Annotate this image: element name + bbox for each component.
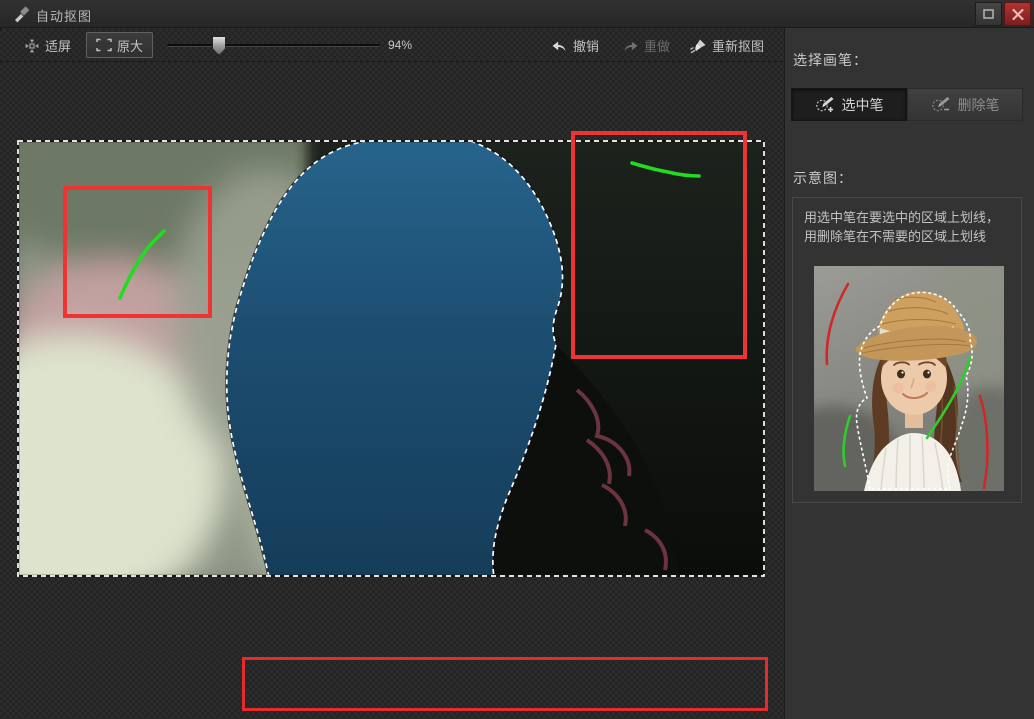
example-image xyxy=(814,266,1004,491)
delete-brush-icon xyxy=(931,96,951,113)
fit-screen-icon xyxy=(24,38,40,54)
undo-icon xyxy=(551,38,568,53)
zoom-slider[interactable] xyxy=(167,44,380,47)
example-section-title: 示意图： xyxy=(793,168,853,188)
brush-panel: 选择画笔： 选中笔 删除笔 示意 xyxy=(784,28,1034,719)
original-size-icon xyxy=(96,38,112,52)
zoom-percent: 94% xyxy=(388,38,412,52)
maximize-icon xyxy=(983,9,994,19)
recut-button[interactable]: 重新抠图 xyxy=(690,29,764,62)
bottom-bar: 保留区域： 当前选中区域 非选中区域 替换背景 取消 xyxy=(0,655,784,719)
app-window: 自动抠图 适屏 原大 94% xyxy=(0,0,1034,719)
instruction-text: 用选中笔在要选中的区域上划线，用删除笔在不需要的区域上划线 xyxy=(804,208,1010,246)
undo-button[interactable]: 撤销 xyxy=(551,29,599,62)
select-brush-button[interactable]: 选中笔 xyxy=(791,88,907,121)
maximize-button[interactable] xyxy=(975,2,1002,26)
original-size-label: 原大 xyxy=(117,36,143,55)
zoom-slider-handle[interactable] xyxy=(212,36,226,55)
delete-brush-label: 删除笔 xyxy=(958,95,1000,115)
delete-brush-button[interactable]: 删除笔 xyxy=(907,88,1023,121)
canvas-area xyxy=(0,62,784,655)
redo-icon xyxy=(622,38,639,53)
redo-label: 重做 xyxy=(644,36,670,55)
brush-panel-title: 选择画笔： xyxy=(793,50,868,70)
fit-screen-button[interactable]: 适屏 xyxy=(24,29,71,62)
select-brush-label: 选中笔 xyxy=(842,95,884,115)
close-button[interactable] xyxy=(1004,2,1031,26)
recut-label: 重新抠图 xyxy=(712,36,764,55)
window-title: 自动抠图 xyxy=(36,6,92,25)
brush-choice-row: 选中笔 删除笔 xyxy=(791,88,1023,121)
title-bar: 自动抠图 xyxy=(0,0,1034,28)
example-groupbox: 用选中笔在要选中的区域上划线，用删除笔在不需要的区域上划线 xyxy=(792,197,1022,503)
cutout-tool-icon xyxy=(13,6,31,23)
undo-label: 撤销 xyxy=(573,36,599,55)
close-icon xyxy=(1012,9,1024,20)
photo-preview[interactable] xyxy=(17,140,765,577)
redo-button[interactable]: 重做 xyxy=(622,29,670,62)
original-size-button[interactable]: 原大 xyxy=(86,32,153,58)
fit-screen-label: 适屏 xyxy=(45,36,71,55)
select-brush-icon xyxy=(815,96,835,113)
recut-brush-icon xyxy=(690,38,707,54)
